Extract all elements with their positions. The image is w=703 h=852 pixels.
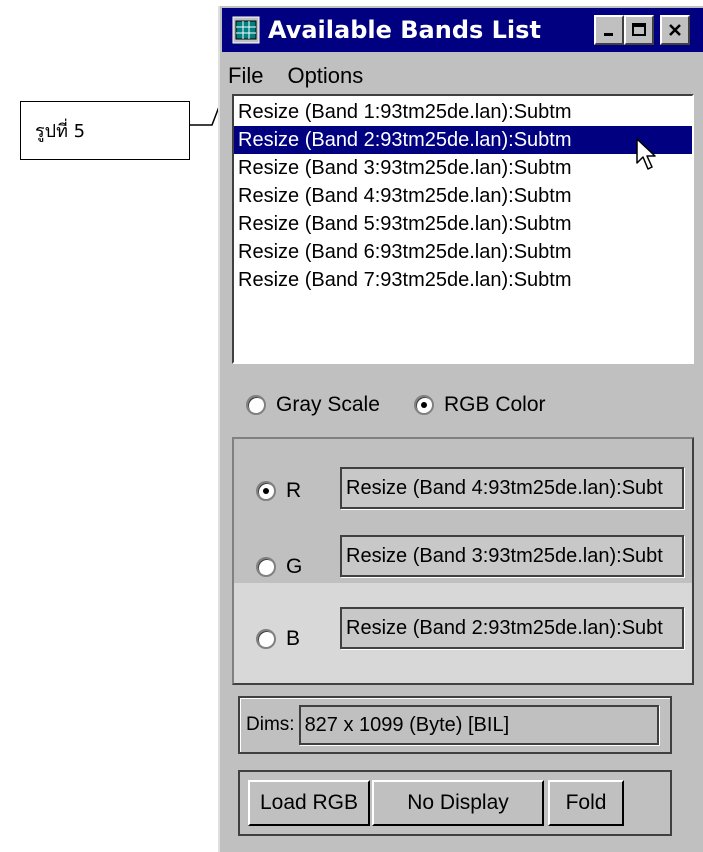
dims-value: 827 x 1099 (Byte) [BIL] <box>304 713 510 736</box>
list-item-selected[interactable]: Resize (Band 2:93tm25de.lan):Subtm <box>234 126 692 154</box>
list-item[interactable]: Resize (Band 7:93tm25de.lan):Subtm <box>234 266 692 294</box>
dims-label: Dims: <box>246 714 295 735</box>
minimize-icon <box>604 33 613 36</box>
no-display-button[interactable]: No Display <box>372 780 544 826</box>
green-band-value: Resize (Band 3:93tm25de.lan):Subt <box>346 544 663 567</box>
gray-scale-radio[interactable] <box>246 395 266 415</box>
red-channel-option[interactable]: R <box>256 479 301 503</box>
dims-panel: Dims: 827 x 1099 (Byte) [BIL] <box>238 696 672 754</box>
maximize-icon <box>632 23 646 36</box>
close-icon <box>669 24 681 36</box>
green-band-field[interactable]: Resize (Band 3:93tm25de.lan):Subt <box>340 535 684 577</box>
green-channel-radio[interactable] <box>256 557 276 577</box>
figure-caption-box: รูปที่ 5 <box>20 101 190 160</box>
blue-band-field[interactable]: Resize (Band 2:93tm25de.lan):Subt <box>340 607 684 649</box>
list-item[interactable]: Resize (Band 3:93tm25de.lan):Subtm <box>234 154 692 182</box>
load-rgb-button[interactable]: Load RGB <box>248 780 370 826</box>
blue-band-value: Resize (Band 2:93tm25de.lan):Subt <box>346 616 663 639</box>
menu-bar: File Options <box>228 58 387 94</box>
blue-channel-option[interactable]: B <box>256 627 300 651</box>
close-button[interactable] <box>660 15 690 45</box>
red-channel-radio[interactable] <box>256 481 276 501</box>
dims-field: 827 x 1099 (Byte) [BIL] <box>298 705 659 745</box>
fold-button[interactable]: Fold <box>548 780 624 826</box>
list-item[interactable]: Resize (Band 5:93tm25de.lan):Subtm <box>234 210 692 238</box>
red-band-value: Resize (Band 4:93tm25de.lan):Subt <box>346 476 663 499</box>
gray-scale-option[interactable]: Gray Scale <box>246 393 380 417</box>
rgb-color-radio[interactable] <box>414 395 434 415</box>
action-button-panel: Load RGB No Display Fold <box>238 770 672 836</box>
list-item[interactable]: Resize (Band 1:93tm25de.lan):Subtm <box>234 98 692 126</box>
gray-scale-label: Gray Scale <box>276 393 380 416</box>
rgb-color-label: RGB Color <box>444 393 546 416</box>
blue-channel-radio[interactable] <box>256 629 276 649</box>
rgb-channel-group: R Resize (Band 4:93tm25de.lan):Subt G Re… <box>232 437 694 685</box>
app-icon <box>232 16 260 44</box>
red-channel-label: R <box>286 479 302 502</box>
list-item[interactable]: Resize (Band 6:93tm25de.lan):Subtm <box>234 238 692 266</box>
band-listbox[interactable]: Resize (Band 1:93tm25de.lan):Subtm Resiz… <box>232 94 694 364</box>
red-band-field[interactable]: Resize (Band 4:93tm25de.lan):Subt <box>340 467 684 509</box>
blue-channel-label: B <box>286 627 301 650</box>
maximize-button[interactable] <box>624 15 654 45</box>
mouse-cursor-icon <box>636 138 656 170</box>
list-item[interactable]: Resize (Band 4:93tm25de.lan):Subtm <box>234 182 692 210</box>
rgb-color-option[interactable]: RGB Color <box>414 393 546 417</box>
window-title: Available Bands List <box>268 16 541 44</box>
figure-caption-label: รูปที่ 5 <box>35 121 86 142</box>
menu-options[interactable]: Options <box>287 63 363 89</box>
title-bar[interactable]: Available Bands List <box>222 8 703 52</box>
green-channel-label: G <box>286 555 303 578</box>
green-channel-option[interactable]: G <box>256 555 302 579</box>
minimize-button[interactable] <box>594 15 624 45</box>
menu-file[interactable]: File <box>228 63 263 89</box>
